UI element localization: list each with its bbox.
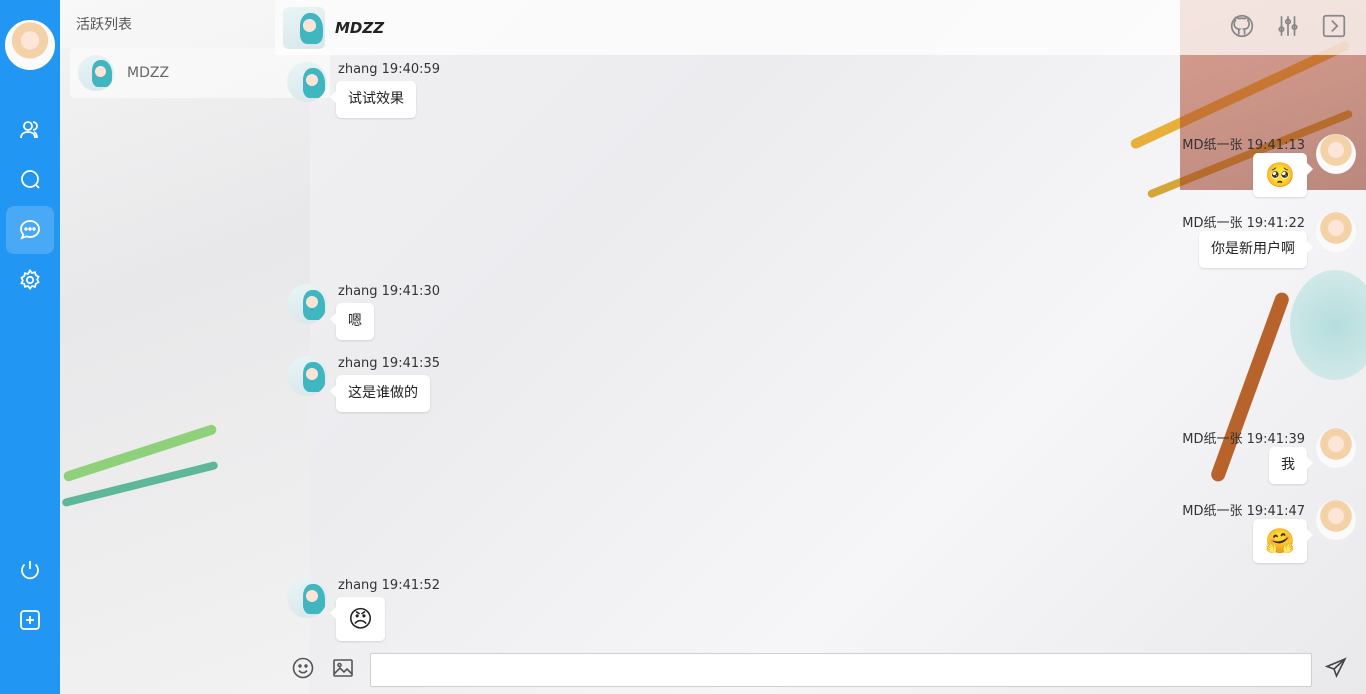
sidebar-nav-top	[6, 105, 54, 304]
message-avatar	[1316, 134, 1356, 174]
message-item: zhang 19:41:52 😠	[287, 578, 587, 644]
message-item: zhang 19:41:35 这是谁做的	[287, 356, 587, 416]
github-button[interactable]	[1228, 12, 1256, 40]
message-meta: MD纸一张 19:41:22	[1182, 216, 1305, 231]
contact-avatar	[78, 55, 114, 91]
background-jar	[1290, 270, 1366, 380]
sidebar	[0, 0, 60, 694]
settings-icon	[20, 268, 40, 290]
message-avatar	[1316, 500, 1356, 540]
message-meta: MD纸一张 19:41:13	[1182, 138, 1305, 153]
message-emoji: 🥺	[1253, 153, 1313, 197]
message-meta: MD纸一张 19:41:39	[1182, 432, 1305, 447]
message-avatar	[287, 62, 327, 102]
message-item: MD纸一张 19:41:47 🤗	[1000, 500, 1356, 566]
message-meta: zhang 19:41:35	[338, 356, 441, 371]
add-icon	[20, 610, 40, 630]
message-avatar	[287, 356, 327, 396]
image-icon	[333, 659, 353, 677]
message-item: MD纸一张 19:41:13 🥺	[1000, 134, 1356, 200]
chat-button[interactable]	[6, 206, 54, 254]
message-emoji: 🤗	[1253, 519, 1313, 563]
message-meta: zhang 19:40:59	[338, 62, 441, 77]
chat-title: MDZZ	[335, 18, 385, 37]
sidebar-nav-bottom	[6, 545, 54, 644]
input-bar	[275, 642, 1366, 694]
image-button[interactable]	[330, 655, 356, 681]
sliders-icon	[1278, 16, 1298, 36]
message-item: zhang 19:40:59 试试效果	[287, 62, 587, 122]
message-meta: MD纸一张 19:41:47	[1182, 504, 1305, 519]
message-item: zhang 19:41:30 嗯	[287, 284, 587, 344]
message-avatar	[287, 578, 327, 618]
search-icon	[21, 170, 40, 189]
chat-header: MDZZ	[275, 0, 1366, 55]
chat-icon	[20, 220, 40, 240]
message-bubble: 我	[1269, 447, 1313, 484]
message-bubble: 嗯	[330, 303, 374, 340]
header-actions	[1228, 12, 1348, 40]
emoji-button[interactable]	[290, 655, 316, 681]
message-avatar	[1316, 212, 1356, 252]
add-button[interactable]	[6, 596, 54, 644]
send-button[interactable]	[1322, 654, 1350, 682]
contacts-icon	[20, 121, 38, 139]
message-item: MD纸一张 19:41:39 我	[1000, 428, 1356, 488]
message-bubble: 这是谁做的	[330, 375, 430, 412]
emoji-icon	[292, 657, 314, 679]
contacts-button[interactable]	[6, 106, 54, 154]
message-item: MD纸一张 19:41:22 你是新用户啊	[1000, 212, 1356, 272]
message-bubble: 试试效果	[330, 81, 416, 118]
message-avatar	[287, 284, 327, 324]
message-meta: zhang 19:41:30	[338, 284, 441, 299]
active-list-title: 活跃列表	[60, 0, 275, 48]
collapse-icon	[1322, 14, 1346, 38]
search-button[interactable]	[6, 156, 54, 204]
message-meta: zhang 19:41:52	[338, 578, 441, 593]
active-list-panel: 活跃列表 MDZZ	[60, 0, 330, 694]
logout-button[interactable]	[6, 546, 54, 594]
message-avatar	[1316, 428, 1356, 468]
message-input[interactable]	[370, 653, 1312, 687]
contact-name: MDZZ	[127, 65, 170, 81]
settings-sliders-button[interactable]	[1274, 12, 1302, 40]
settings-button[interactable]	[6, 256, 54, 304]
collapse-button[interactable]	[1320, 12, 1348, 40]
chat-avatar	[283, 6, 325, 49]
message-bubble: 你是新用户啊	[1199, 231, 1313, 268]
power-icon	[21, 561, 39, 580]
send-icon	[1324, 657, 1347, 679]
user-avatar[interactable]	[5, 20, 55, 70]
github-icon	[1230, 14, 1254, 38]
message-emoji: 😠	[329, 597, 386, 641]
